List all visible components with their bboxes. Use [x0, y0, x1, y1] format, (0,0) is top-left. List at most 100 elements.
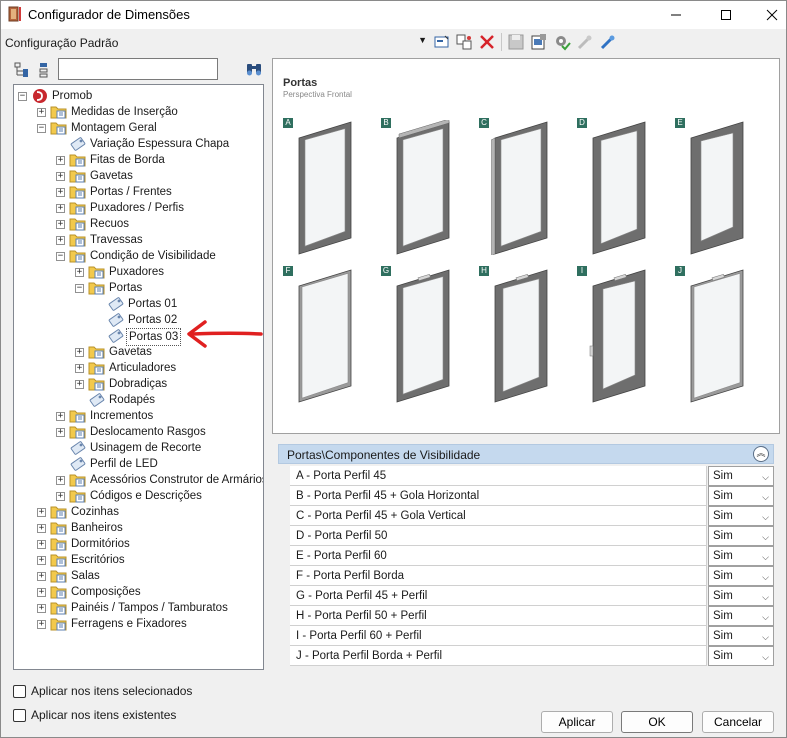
- collapse-up-icon[interactable]: ︽: [753, 446, 769, 462]
- expand-icon[interactable]: +: [56, 156, 65, 165]
- tree-node[interactable]: − Portas: [14, 280, 263, 296]
- apply-existing-checkbox[interactable]: [13, 709, 26, 722]
- collapse-icon[interactable]: −: [37, 124, 46, 133]
- tree-node[interactable]: − Condição de Visibilidade: [14, 248, 263, 264]
- tree-node[interactable]: Perfil de LED: [14, 456, 263, 472]
- binoculars-icon[interactable]: [245, 60, 263, 78]
- tree-node-label: Perfil de LED: [90, 458, 158, 470]
- expand-icon[interactable]: +: [56, 188, 65, 197]
- expand-icon[interactable]: +: [56, 204, 65, 213]
- tree-node[interactable]: + Ferragens e Fixadores: [14, 616, 263, 632]
- delete-icon[interactable]: [478, 33, 496, 51]
- visibility-select[interactable]: Sim ⌵: [708, 486, 774, 506]
- apply-selected-checkbox[interactable]: [13, 685, 26, 698]
- expand-icon[interactable]: +: [37, 604, 46, 613]
- expand-icon[interactable]: +: [75, 268, 84, 277]
- collapse-icon[interactable]: −: [75, 284, 84, 293]
- tree-node[interactable]: Variação Espessura Chapa: [14, 136, 263, 152]
- expand-icon[interactable]: +: [56, 476, 65, 485]
- collapse-icon[interactable]: −: [56, 252, 65, 261]
- wrench-icon[interactable]: [599, 33, 617, 51]
- expand-icon[interactable]: +: [56, 236, 65, 245]
- tree-node[interactable]: + Medidas de Inserção: [14, 104, 263, 120]
- tree-node[interactable]: + Gavetas: [14, 168, 263, 184]
- toolbar: Configuração Padrão ▼: [1, 30, 786, 54]
- tree-node[interactable]: + Salas: [14, 568, 263, 584]
- tree-node[interactable]: + Códigos e Descrições: [14, 488, 263, 504]
- tree-node[interactable]: + Travessas: [14, 232, 263, 248]
- settings-check-icon[interactable]: [553, 33, 571, 51]
- expand-all-icon[interactable]: [13, 61, 31, 79]
- expand-icon[interactable]: +: [56, 172, 65, 181]
- configuration-tree[interactable]: − Promob + Medidas de Inserção − Montagem Ger…: [13, 84, 264, 670]
- visibility-select[interactable]: Sim ⌵: [708, 626, 774, 646]
- visibility-select[interactable]: Sim ⌵: [708, 606, 774, 626]
- tree-node[interactable]: + Portas / Frentes: [14, 184, 263, 200]
- tree-node[interactable]: + Articuladores: [14, 360, 263, 376]
- tree-node[interactable]: + Fitas de Borda: [14, 152, 263, 168]
- visibility-select[interactable]: Sim ⌵: [708, 646, 774, 666]
- tree-node[interactable]: Usinagem de Recorte: [14, 440, 263, 456]
- tree-node[interactable]: + Cozinhas: [14, 504, 263, 520]
- tree-node[interactable]: + Recuos: [14, 216, 263, 232]
- tree-node[interactable]: + Puxadores: [14, 264, 263, 280]
- ok-button[interactable]: OK: [621, 711, 693, 733]
- expand-icon[interactable]: +: [56, 220, 65, 229]
- visibility-select[interactable]: Sim ⌵: [708, 546, 774, 566]
- cancel-button[interactable]: Cancelar: [702, 711, 774, 733]
- maximize-button[interactable]: [704, 1, 748, 29]
- expand-icon[interactable]: +: [56, 492, 65, 501]
- collapse-icon[interactable]: −: [18, 92, 27, 101]
- tree-node[interactable]: + Acessórios Construtor de Armários: [14, 472, 263, 488]
- expand-icon[interactable]: +: [37, 540, 46, 549]
- expand-icon[interactable]: +: [75, 380, 84, 389]
- expand-icon[interactable]: +: [75, 348, 84, 357]
- visibility-select[interactable]: Sim ⌵: [708, 506, 774, 526]
- tree-node[interactable]: + Incrementos: [14, 408, 263, 424]
- visibility-select[interactable]: Sim ⌵: [708, 586, 774, 606]
- folder-icon: [69, 488, 87, 504]
- apply-button[interactable]: Aplicar: [541, 711, 613, 733]
- close-button[interactable]: [750, 1, 787, 29]
- collapse-all-icon[interactable]: [35, 61, 53, 79]
- expand-icon[interactable]: +: [75, 364, 84, 373]
- tree-node[interactable]: + Composições: [14, 584, 263, 600]
- visibility-select[interactable]: Sim ⌵: [708, 466, 774, 486]
- tree-node[interactable]: − Montagem Geral: [14, 120, 263, 136]
- configuration-select[interactable]: Configuração Padrão ▼: [3, 32, 429, 52]
- edit-config-icon[interactable]: [433, 33, 451, 51]
- tag-icon: [88, 392, 106, 408]
- tree-node[interactable]: + Painéis / Tampos / Tamburatos: [14, 600, 263, 616]
- tree-search-input[interactable]: [58, 58, 218, 80]
- tree-node[interactable]: Rodapés: [14, 392, 263, 408]
- tree-node[interactable]: + Dobradiças: [14, 376, 263, 392]
- visibility-components-header[interactable]: Portas\Componentes de Visibilidade ︽: [278, 444, 774, 464]
- save-icon[interactable]: [507, 33, 525, 51]
- copy-config-icon[interactable]: [455, 33, 473, 51]
- expand-icon[interactable]: +: [37, 572, 46, 581]
- expand-icon[interactable]: +: [37, 556, 46, 565]
- visibility-select[interactable]: Sim ⌵: [708, 526, 774, 546]
- tree-node[interactable]: + Deslocamento Rasgos: [14, 424, 263, 440]
- grid-row-label: I - Porta Perfil 60 + Perfil: [290, 626, 707, 646]
- minimize-button[interactable]: [654, 1, 698, 29]
- export-icon[interactable]: [530, 33, 548, 51]
- tree-node-label: Rodapés: [109, 394, 156, 406]
- folder-icon: [50, 568, 68, 584]
- expand-icon[interactable]: +: [37, 620, 46, 629]
- grid-header-label: Portas\Componentes de Visibilidade: [287, 448, 481, 462]
- tree-node[interactable]: + Escritórios: [14, 552, 263, 568]
- tree-node[interactable]: + Dormitórios: [14, 536, 263, 552]
- expand-icon[interactable]: +: [37, 108, 46, 117]
- expand-icon[interactable]: +: [37, 508, 46, 517]
- tree-node[interactable]: + Puxadores / Perfis: [14, 200, 263, 216]
- tree-node[interactable]: + Banheiros: [14, 520, 263, 536]
- expand-icon[interactable]: +: [56, 428, 65, 437]
- tree-node[interactable]: Portas 01: [14, 296, 263, 312]
- expand-icon[interactable]: +: [37, 524, 46, 533]
- expand-icon[interactable]: +: [56, 412, 65, 421]
- expand-icon[interactable]: +: [37, 588, 46, 597]
- disabled-tool-icon[interactable]: [576, 33, 594, 51]
- visibility-select[interactable]: Sim ⌵: [708, 566, 774, 586]
- tree-node[interactable]: − Promob: [14, 88, 263, 104]
